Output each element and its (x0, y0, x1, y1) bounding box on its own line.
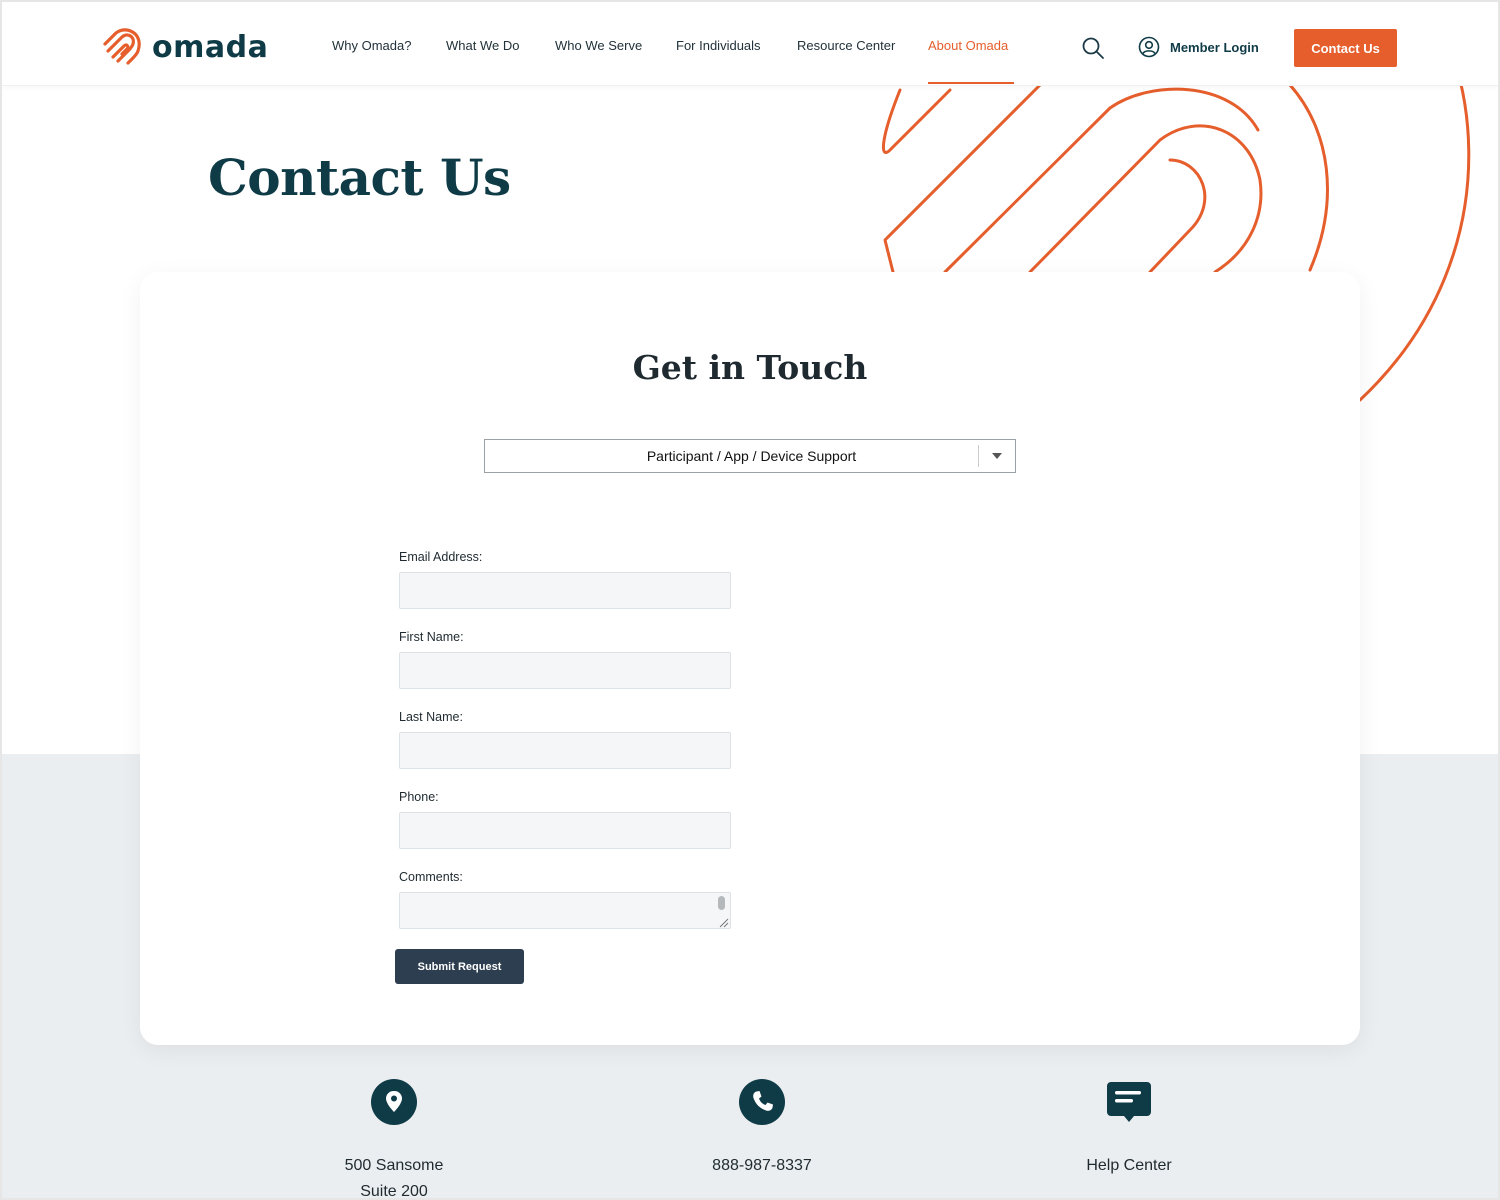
chevron-down-icon (979, 453, 1015, 459)
form-title: Get in Touch (632, 348, 868, 387)
omada-logo-mark-icon (103, 28, 141, 65)
brand-name: omada (152, 29, 269, 65)
email-field[interactable] (399, 572, 731, 609)
address-line-1: 500 Sansome (344, 1157, 444, 1174)
address-info: 500 Sansome Suite 200 (294, 1078, 494, 1200)
chat-bubble-icon (1107, 1082, 1151, 1122)
comments-textarea[interactable] (399, 892, 731, 929)
scrollbar-thumb[interactable] (718, 896, 725, 910)
last-name-field[interactable] (399, 732, 731, 769)
active-nav-underline (928, 82, 1014, 84)
site-header: omada Why Omada? What We Do Who We Serve… (0, 0, 1500, 86)
user-circle-icon (1138, 36, 1160, 58)
omada-logo[interactable]: omada (102, 26, 268, 68)
help-center-info: Help Center (1029, 1078, 1229, 1179)
resize-grip-icon[interactable] (717, 916, 729, 928)
comments-label: Comments: (399, 870, 463, 884)
first-name-label: First Name: (399, 630, 464, 644)
member-login-label: Member Login (1170, 39, 1259, 55)
nav-item-what-we-do[interactable]: What We Do (446, 38, 519, 53)
nav-item-who-we-serve[interactable]: Who We Serve (555, 38, 642, 53)
topic-select-value: Participant / App / Device Support (646, 448, 857, 464)
phone-info: 888-987-8337 (662, 1078, 862, 1179)
phone-icon (739, 1079, 785, 1125)
contact-us-button[interactable]: Contact Us (1294, 29, 1397, 67)
last-name-label: Last Name: (399, 710, 463, 724)
nav-item-resource-center[interactable]: Resource Center (797, 38, 895, 53)
nav-item-why-omada[interactable]: Why Omada? (332, 38, 411, 53)
nav-item-for-individuals[interactable]: For Individuals (676, 38, 761, 53)
email-label: Email Address: (399, 550, 483, 564)
phone-number-link[interactable]: 888-987-8337 (662, 1153, 862, 1179)
address-line-2: Suite 200 (360, 1183, 428, 1200)
phone-label: Phone: (399, 790, 439, 804)
contact-form-card: Get in Touch Participant / App / Device … (140, 272, 1360, 1045)
submit-request-button[interactable]: Submit Request (395, 949, 524, 984)
topic-select[interactable]: Participant / App / Device Support (484, 439, 1016, 473)
location-pin-icon (371, 1079, 417, 1125)
nav-item-about-omada[interactable]: About Omada (928, 38, 1008, 53)
search-icon[interactable] (1081, 36, 1105, 60)
page-title: Contact Us (208, 148, 511, 207)
first-name-field[interactable] (399, 652, 731, 689)
member-login-link[interactable]: Member Login (1138, 36, 1259, 58)
phone-field[interactable] (399, 812, 731, 849)
help-center-link[interactable]: Help Center (1029, 1153, 1229, 1179)
